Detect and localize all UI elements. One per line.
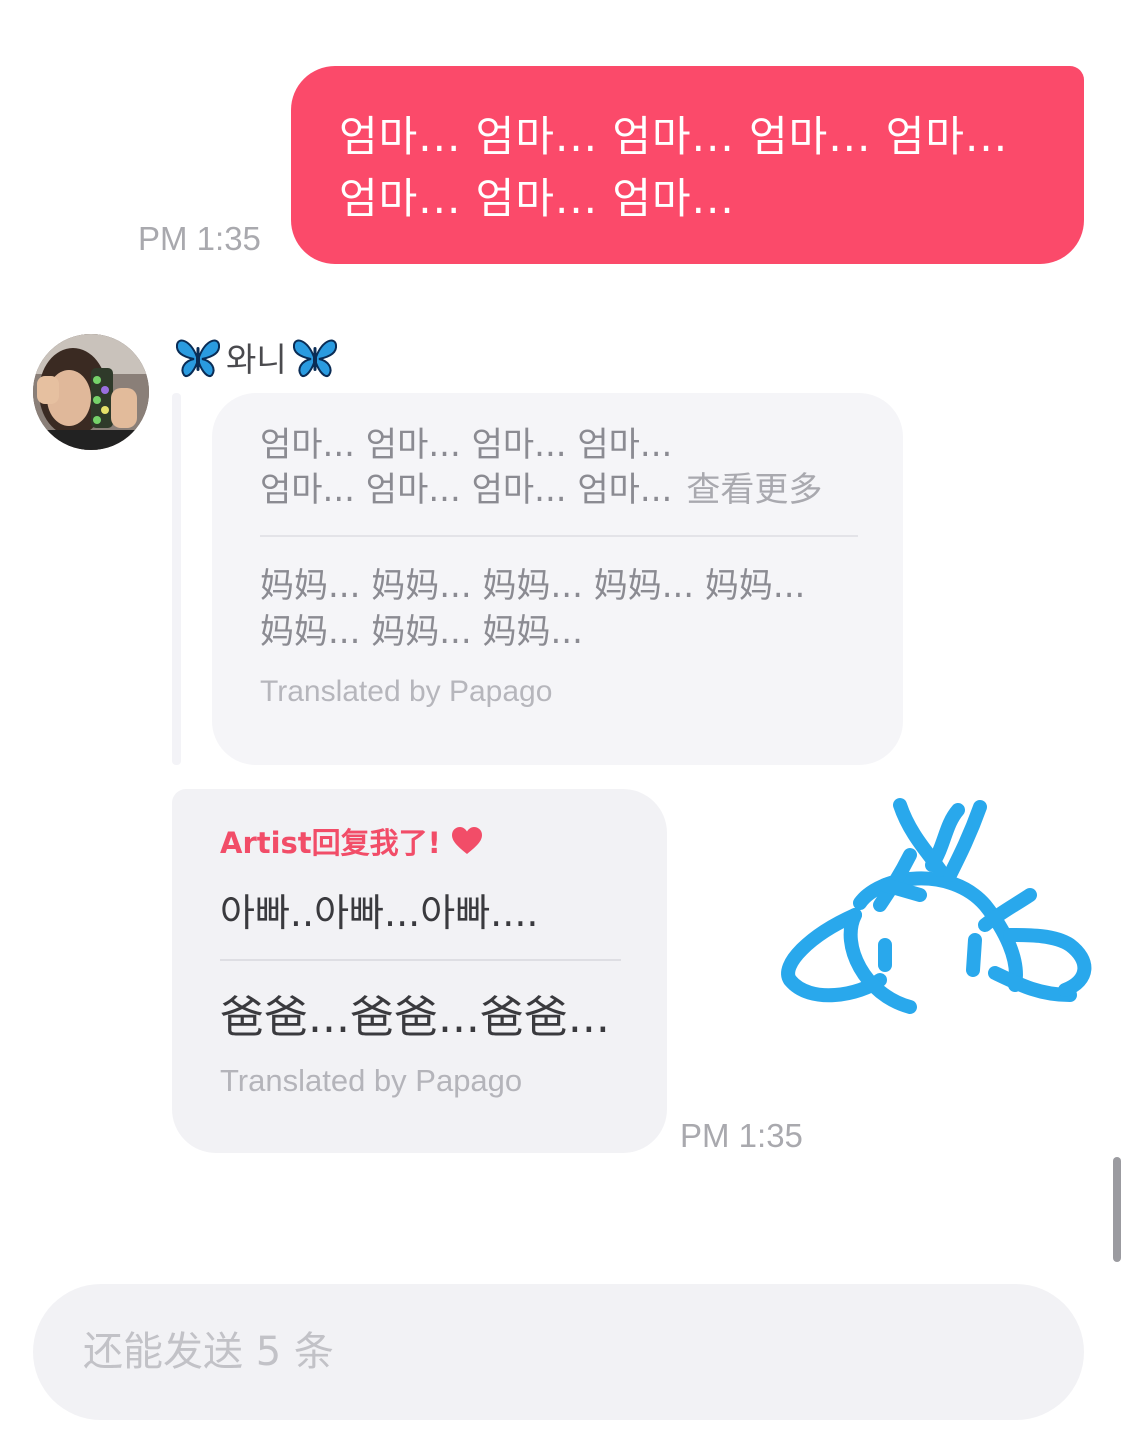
heart-icon [451, 827, 482, 854]
reply-translation: 爸爸...爸爸...爸爸... [220, 992, 610, 1043]
quoted-translation-line-2: 妈妈... 妈妈... 妈妈... [260, 612, 583, 652]
scrollbar-thumb[interactable] [1113, 1157, 1121, 1262]
reply-message-time: PM 1:35 [680, 1117, 803, 1154]
reply-text: 아빠..아빠...아빠.... [220, 891, 539, 935]
quote-indicator-bar [172, 393, 181, 765]
outgoing-message-text: 엄마... 엄마... 엄마... 엄마... 엄마... 엄마... 엄마..… [339, 112, 1009, 223]
butterfly-icon [175, 339, 221, 377]
sender-header: 와니 [174, 333, 339, 381]
message-input[interactable] [81, 1328, 985, 1376]
reply-header: Artist回复我了! [220, 813, 621, 869]
reply-header-label: Artist回复我了! [220, 826, 441, 860]
sender-name: 와니 [226, 340, 287, 379]
quoted-translated-by: Translated by Papago [260, 675, 553, 708]
quoted-message-bubble[interactable]: 엄마... 엄마... 엄마... 엄마... 엄마... 엄마... 엄마..… [212, 393, 903, 765]
quoted-original-line-2: 엄마... 엄마... 엄마... 엄마... 查看更多 [260, 468, 859, 513]
outgoing-message-bubble[interactable]: 엄마... 엄마... 엄마... 엄마... 엄마... 엄마... 엄마..… [291, 66, 1084, 264]
outgoing-message-time: PM 1:35 [138, 220, 261, 257]
avatar-photo-icon [33, 334, 149, 450]
reply-divider [220, 959, 621, 961]
see-more-link[interactable]: 查看更多 [686, 470, 822, 510]
reply-message-bubble[interactable]: Artist回复我了! 아빠..아빠...아빠.... 爸爸...爸爸...爸爸… [172, 789, 667, 1153]
doodle-drawing-icon [781, 798, 1092, 1014]
quoted-original-line-1: 엄마... 엄마... 엄마... 엄마... [260, 425, 673, 465]
message-input-bar[interactable] [33, 1284, 1084, 1420]
quoted-original-line-2-text: 엄마... 엄마... 엄마... 엄마... [260, 470, 673, 510]
reply-translated-by: Translated by Papago [220, 1063, 523, 1098]
quoted-translation-line-1: 妈妈... 妈妈... 妈妈... 妈妈... 妈妈... [260, 566, 806, 606]
avatar[interactable] [33, 334, 149, 450]
quoted-divider [260, 535, 858, 537]
butterfly-icon [292, 339, 337, 377]
